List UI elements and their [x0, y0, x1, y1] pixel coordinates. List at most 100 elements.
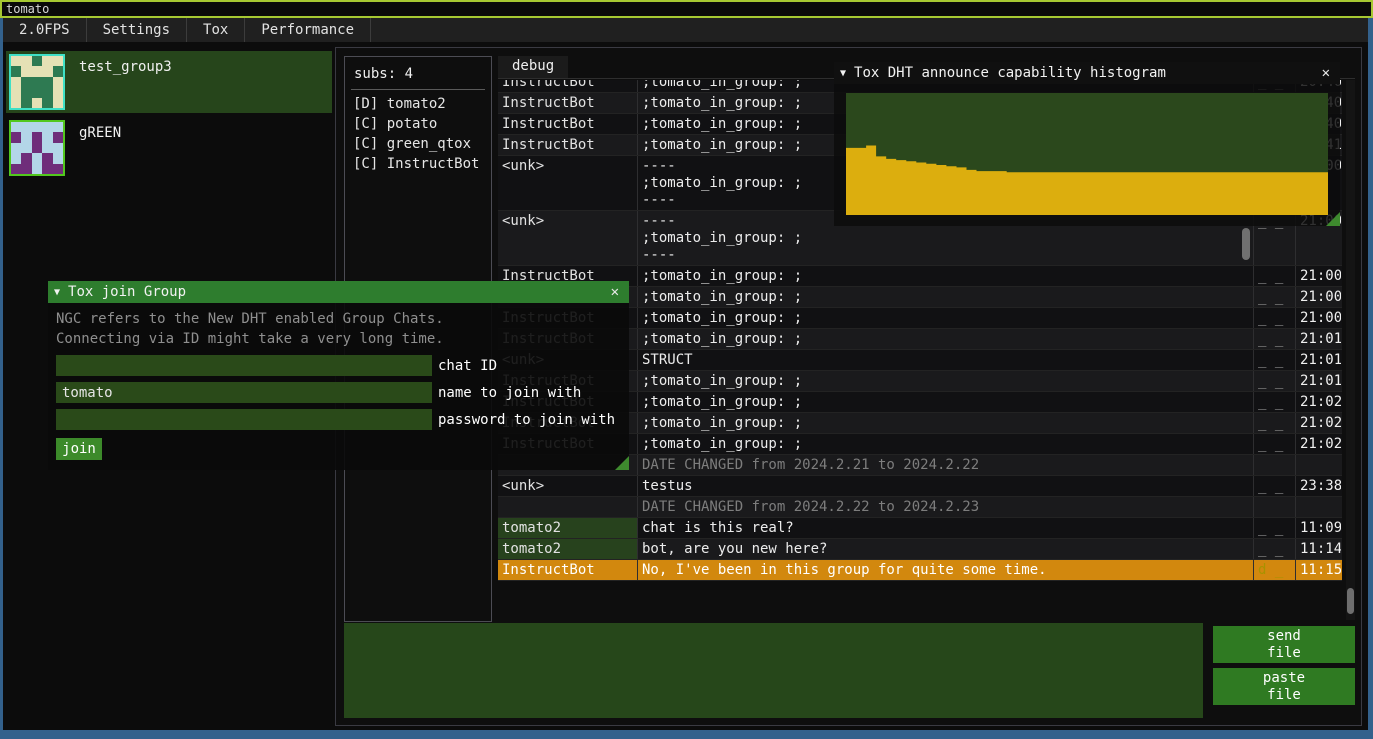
- paste-file-label-line2: file: [1267, 687, 1301, 704]
- message-text: bot, are you new here?: [637, 539, 1253, 559]
- menu-tox[interactable]: Tox: [187, 18, 245, 42]
- timestamp: 21:01: [1295, 371, 1341, 391]
- group-avatar: [9, 54, 65, 110]
- sender-name: InstructBot: [498, 114, 637, 134]
- histogram-plot: [846, 93, 1328, 215]
- histogram-window-titlebar[interactable]: ▼ Tox DHT announce capability histogram …: [834, 62, 1340, 84]
- delivery-flags: _ _: [1253, 392, 1295, 412]
- timestamp: 21:00: [1295, 266, 1341, 286]
- timestamp: [1295, 455, 1341, 475]
- member-item[interactable]: [D] tomato2: [345, 94, 491, 114]
- message-text: ;tomato_in_group: ;: [637, 329, 1253, 349]
- delivery-flags: _ _: [1253, 476, 1295, 496]
- join-window-body: NGC refers to the New DHT enabled Group …: [48, 303, 629, 470]
- delivery-flags: _ _: [1253, 413, 1295, 433]
- delivery-flags: _ _: [1253, 287, 1295, 307]
- join-help-line2: Connecting via ID might take a very long…: [56, 329, 621, 349]
- group-avatar: [9, 120, 65, 176]
- resize-grip[interactable]: [1326, 212, 1340, 226]
- collapse-arrow-icon[interactable]: ▼: [840, 68, 846, 79]
- resize-grip[interactable]: [615, 456, 629, 470]
- delivery-flags: _ _: [1253, 539, 1295, 559]
- tab-debug[interactable]: debug: [498, 56, 568, 78]
- member-item[interactable]: [C] InstructBot: [345, 154, 491, 174]
- chat-message-row[interactable]: tomato2bot, are you new here?_ _11:14: [498, 539, 1342, 560]
- delivery-flags: _ _: [1253, 329, 1295, 349]
- fps-indicator: 2.0FPS: [3, 18, 87, 42]
- date-changed-text: DATE CHANGED from 2024.2.22 to 2024.2.23: [637, 497, 1253, 517]
- sender-name: InstructBot: [498, 135, 637, 155]
- timestamp: 21:01: [1295, 329, 1341, 349]
- delivery-flags: _ _: [1253, 371, 1295, 391]
- menu-performance[interactable]: Performance: [245, 18, 371, 42]
- delivery-flags: [1253, 455, 1295, 475]
- window-titlebar[interactable]: tomato: [0, 0, 1373, 18]
- chat-id-input[interactable]: [56, 355, 432, 376]
- message-text: ;tomato_in_group: ;: [637, 308, 1253, 328]
- message-text: No, I've been in this group for quite so…: [637, 560, 1253, 580]
- window-title: tomato: [6, 2, 49, 16]
- message-text: ;tomato_in_group: ;: [637, 434, 1253, 454]
- message-text: ;tomato_in_group: ;: [637, 266, 1253, 286]
- close-icon[interactable]: ✕: [1318, 65, 1334, 81]
- delivery-flags: [1253, 497, 1295, 517]
- group-name: test_group3: [79, 59, 172, 113]
- send-file-button[interactable]: send file: [1213, 626, 1355, 663]
- window-border-bottom: [0, 730, 1373, 739]
- menu-settings[interactable]: Settings: [87, 18, 187, 42]
- timestamp: 21:00: [1295, 287, 1341, 307]
- menu-bar: 2.0FPS Settings Tox Performance: [3, 18, 1368, 42]
- timestamp: [1295, 497, 1341, 517]
- sender-name: InstructBot: [498, 560, 637, 580]
- join-password-input[interactable]: [56, 409, 432, 430]
- histogram-window: ▼ Tox DHT announce capability histogram …: [834, 62, 1340, 226]
- join-group-window: ▼ Tox join Group ✕ NGC refers to the New…: [48, 281, 629, 470]
- timestamp: 11:09: [1295, 518, 1341, 538]
- join-button[interactable]: join: [56, 438, 102, 460]
- member-item[interactable]: [C] green_qtox: [345, 134, 491, 154]
- timestamp: 11:14: [1295, 539, 1341, 559]
- sender-name: <unk>: [498, 476, 637, 496]
- message-text: ;tomato_in_group: ;: [637, 392, 1253, 412]
- chat-message-row[interactable]: tomato2chat is this real?_ _11:09: [498, 518, 1342, 539]
- inner-scrollbar-thumb[interactable]: [1242, 228, 1250, 260]
- timestamp: 21:02: [1295, 413, 1341, 433]
- histogram-bars: [846, 93, 1328, 215]
- message-text: testus: [637, 476, 1253, 496]
- paste-file-label-line1: paste: [1263, 670, 1305, 687]
- date-changed-text: DATE CHANGED from 2024.2.21 to 2024.2.22: [637, 455, 1253, 475]
- delivery-flags: _ _: [1253, 518, 1295, 538]
- paste-file-button[interactable]: paste file: [1213, 668, 1355, 705]
- sender-name: [498, 497, 637, 517]
- delivery-flags: _ _: [1253, 266, 1295, 286]
- delivery-flags: d _: [1253, 560, 1295, 580]
- timestamp: 21:01: [1295, 350, 1341, 370]
- delivery-flags: _ _: [1253, 434, 1295, 454]
- sender-name: <unk>: [498, 156, 637, 210]
- sender-name: tomato2: [498, 518, 637, 538]
- delivery-flags: _ _: [1253, 350, 1295, 370]
- member-item[interactable]: [C] potato: [345, 114, 491, 134]
- timestamp: 21:02: [1295, 434, 1341, 454]
- collapse-arrow-icon[interactable]: ▼: [54, 287, 60, 298]
- chat-message-row[interactable]: InstructBotNo, I've been in this group f…: [498, 560, 1342, 581]
- timestamp: 11:15: [1295, 560, 1341, 580]
- join-password-label: password to join with: [438, 412, 615, 428]
- app-window: tomato 2.0FPS Settings Tox Performance t…: [0, 0, 1373, 739]
- message-text: ;tomato_in_group: ;: [637, 371, 1253, 391]
- chat-message-row[interactable]: <unk>testus_ _23:38: [498, 476, 1342, 497]
- join-window-titlebar[interactable]: ▼ Tox join Group ✕: [48, 281, 629, 303]
- chat-scrollbar[interactable]: [1346, 80, 1355, 620]
- close-icon[interactable]: ✕: [607, 284, 623, 300]
- timestamp: 21:00: [1295, 308, 1341, 328]
- group-item-test-group3[interactable]: test_group3: [6, 51, 332, 113]
- date-separator-row: DATE CHANGED from 2024.2.22 to 2024.2.23: [498, 497, 1342, 518]
- group-item-green[interactable]: gREEN: [6, 117, 332, 179]
- chat-id-label: chat ID: [438, 358, 497, 374]
- delivery-flags: _ _: [1253, 308, 1295, 328]
- message-input[interactable]: [344, 623, 1203, 718]
- join-window-title: Tox join Group: [68, 284, 607, 300]
- chat-scrollbar-thumb[interactable]: [1347, 588, 1354, 614]
- histogram-window-body: [834, 84, 1340, 226]
- join-name-input[interactable]: [56, 382, 432, 403]
